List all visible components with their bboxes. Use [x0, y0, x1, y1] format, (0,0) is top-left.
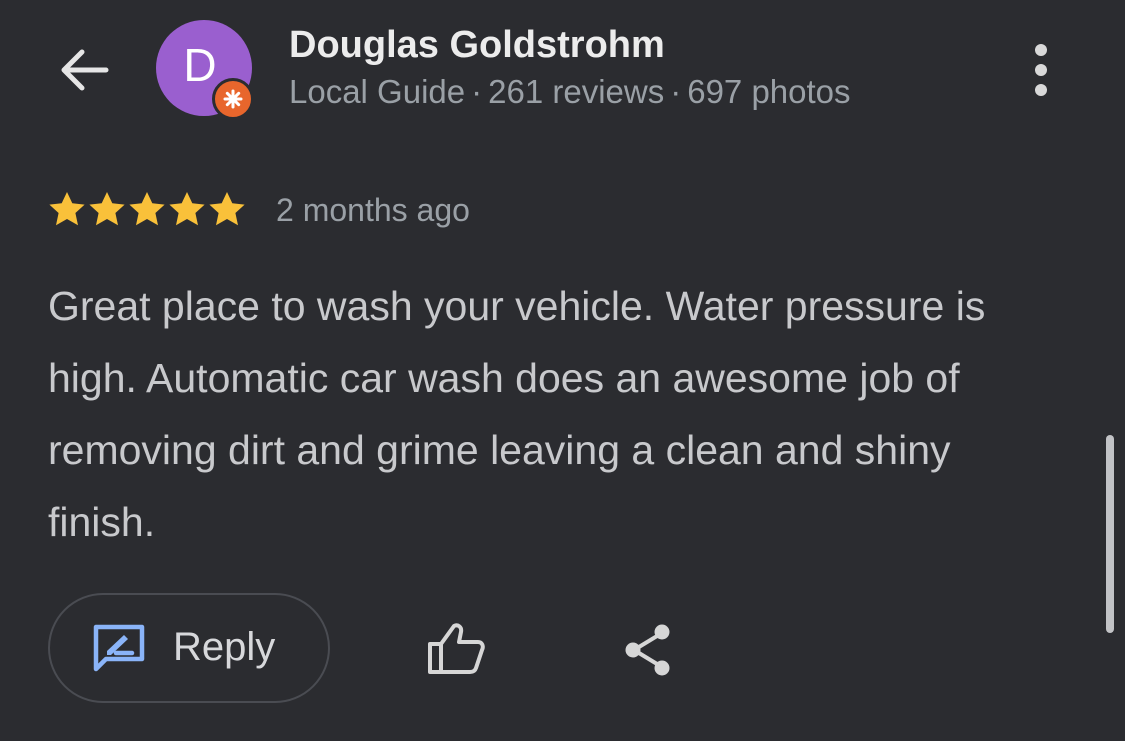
meta-separator: · — [471, 73, 483, 110]
back-button[interactable] — [52, 38, 116, 102]
meta-separator: · — [670, 73, 682, 110]
star-icon — [169, 192, 205, 226]
thumb-up-icon — [428, 623, 485, 674]
star-icon — [129, 192, 165, 226]
star-icon — [49, 192, 85, 226]
rate-review-icon — [93, 624, 145, 672]
avatar[interactable]: D — [156, 20, 254, 120]
share-icon — [625, 624, 670, 676]
star-rating — [47, 190, 247, 230]
review-text: Great place to wash your vehicle. Water … — [48, 283, 986, 545]
star-icon — [209, 192, 245, 226]
avatar-letter: D — [183, 39, 217, 91]
reply-label: Reply — [173, 625, 276, 669]
reply-button[interactable]: Reply — [48, 593, 330, 703]
like-button[interactable] — [418, 615, 494, 683]
reviewer-level: Local Guide — [289, 73, 466, 110]
reviewer-photo-count: 697 photos — [687, 73, 851, 110]
reviewer-meta: Local Guide · 261 reviews · 697 photos — [289, 73, 851, 111]
reviewer-name[interactable]: Douglas Goldstrohm — [289, 24, 665, 67]
more-vert-icon — [1035, 44, 1047, 96]
scrollbar[interactable] — [1106, 435, 1114, 633]
local-guide-badge-icon — [212, 78, 254, 120]
share-button[interactable] — [612, 615, 684, 685]
arrow-left-icon — [61, 49, 109, 91]
more-options-button[interactable] — [1016, 38, 1066, 102]
review-date: 2 months ago — [276, 192, 470, 228]
reviewer-review-count: 261 reviews — [488, 73, 665, 110]
star-icon — [89, 192, 125, 226]
